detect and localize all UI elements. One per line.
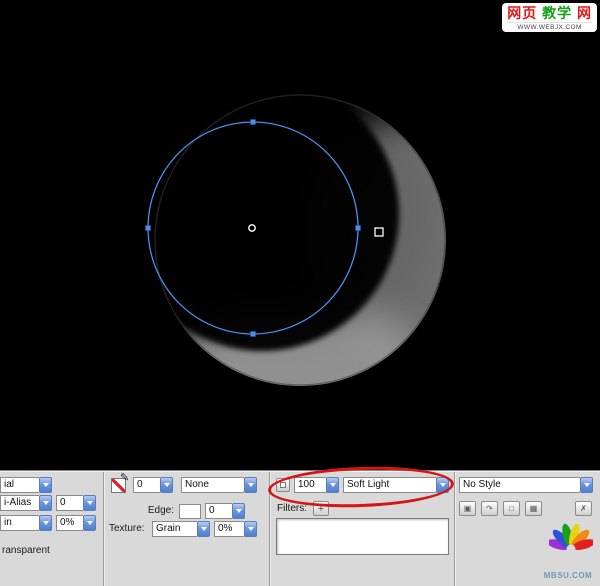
gradient-end-handle[interactable] xyxy=(374,227,384,237)
dropdown-arrow-icon xyxy=(232,503,245,519)
stroke-tip-size-stepper[interactable]: 0 xyxy=(133,477,173,493)
style-option-button-2[interactable]: ▦ xyxy=(525,501,542,516)
site-name-part: 网 xyxy=(577,5,592,21)
texture-label: Texture: xyxy=(109,523,145,534)
fill-texture-amount-value: 0% xyxy=(56,515,83,531)
opacity-icon-inner xyxy=(280,482,286,488)
site-name-part: 教学 xyxy=(542,5,573,21)
stroke-tip-size-value: 0 xyxy=(133,477,160,493)
edge-amount-stepper[interactable]: 0 xyxy=(205,503,245,519)
apply-style-button[interactable]: ↷ xyxy=(481,501,498,516)
dropdown-arrow-icon xyxy=(580,477,593,493)
texture-amount-value: 0% xyxy=(214,521,244,537)
dropdown-arrow-icon xyxy=(436,477,449,493)
dropdown-arrow-icon xyxy=(39,477,52,493)
filters-label: Filters: xyxy=(277,503,307,514)
site-watermark: 网页 教学 网 WWW.WEBJX.COM xyxy=(502,3,597,32)
site-name-part: 网页 xyxy=(507,5,538,21)
dropdown-arrow-icon xyxy=(160,477,173,493)
dropdown-arrow-icon xyxy=(83,515,96,531)
dropdown-arrow-icon xyxy=(39,515,52,531)
gradient-center-handle[interactable] xyxy=(248,224,256,232)
transparent-label: ransparent xyxy=(2,545,50,556)
delete-style-button[interactable]: ✗ xyxy=(575,501,592,516)
selection-handle-top[interactable] xyxy=(250,119,256,125)
fill-edge-value: i-Alias xyxy=(0,495,39,511)
texture-value: Grain xyxy=(152,521,197,537)
style-dropdown[interactable]: No Style xyxy=(459,477,593,493)
fill-edge-amount-stepper[interactable]: 0 xyxy=(56,495,96,511)
canvas-artwork xyxy=(145,94,446,386)
style-value: No Style xyxy=(459,477,580,493)
stroke-category-value: None xyxy=(181,477,244,493)
sphere-core-shadow xyxy=(154,94,399,351)
logo-center xyxy=(566,544,576,554)
blend-mode-dropdown[interactable]: Soft Light xyxy=(343,477,449,493)
opacity-value: 100 xyxy=(294,477,326,493)
edge-label: Edge: xyxy=(147,505,174,516)
edge-softness-field[interactable] xyxy=(179,504,201,519)
fill-type-value: ial xyxy=(0,477,39,493)
add-filter-button[interactable]: + xyxy=(313,501,329,516)
peacock-logo-icon xyxy=(549,523,593,554)
site-name: 网页 教学 网 xyxy=(507,5,592,22)
fill-texture-dropdown[interactable]: in xyxy=(0,515,52,531)
opacity-icon xyxy=(276,478,290,492)
blend-mode-value: Soft Light xyxy=(343,477,436,493)
dropdown-arrow-icon xyxy=(197,521,210,537)
dropdown-arrow-icon xyxy=(244,521,257,537)
dropdown-arrow-icon xyxy=(83,495,96,511)
section-divider xyxy=(269,472,271,586)
selection-handle-right[interactable] xyxy=(355,225,361,231)
bottom-watermark-text: MBSU.COM xyxy=(543,571,593,580)
dropdown-arrow-icon xyxy=(244,477,257,493)
fill-texture-value: in xyxy=(0,515,39,531)
section-divider xyxy=(103,472,105,586)
pencil-icon: ✎ xyxy=(120,472,130,484)
texture-dropdown[interactable]: Grain xyxy=(152,521,210,537)
dropdown-arrow-icon xyxy=(39,495,52,511)
opacity-stepper[interactable]: 100 xyxy=(294,477,339,493)
style-option-button[interactable]: □ xyxy=(503,501,520,516)
selection-handle-left[interactable] xyxy=(145,225,151,231)
property-inspector: ial i-Alias 0 in 0% ransparent ✎ 0 None … xyxy=(0,463,600,586)
fill-edge-amount-value: 0 xyxy=(56,495,83,511)
sphere-shading xyxy=(154,94,446,386)
fill-type-dropdown[interactable]: ial xyxy=(0,477,52,493)
section-divider xyxy=(454,472,456,586)
filters-list[interactable] xyxy=(276,518,449,555)
canvas[interactable] xyxy=(0,0,600,470)
stroke-category-dropdown[interactable]: None xyxy=(181,477,257,493)
fill-texture-amount-stepper[interactable]: 0% xyxy=(56,515,96,531)
fill-edge-dropdown[interactable]: i-Alias xyxy=(0,495,52,511)
site-url: WWW.WEBJX.COM xyxy=(507,22,592,31)
selection-handle-bottom[interactable] xyxy=(250,331,256,337)
edge-amount-value: 0 xyxy=(205,503,232,519)
dropdown-arrow-icon xyxy=(326,477,339,493)
texture-amount-stepper[interactable]: 0% xyxy=(214,521,257,537)
new-style-button[interactable]: ▣ xyxy=(459,501,476,516)
